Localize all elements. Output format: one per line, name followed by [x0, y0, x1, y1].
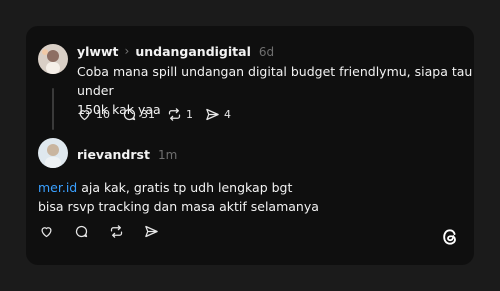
share-button[interactable]: 4: [205, 107, 231, 122]
reply-text-line: bisa rsvp tracking dan masa aktif selama…: [38, 199, 319, 214]
reply-author-avatar[interactable]: [38, 138, 68, 168]
reply-author-username[interactable]: rievandrst: [77, 147, 150, 162]
post-header: ylwwt › undangandigital 6d: [77, 44, 274, 59]
repost-count: 1: [186, 108, 193, 121]
post-author-avatar[interactable]: [38, 44, 68, 74]
comment-button[interactable]: 31: [122, 107, 155, 122]
share-count: 4: [224, 108, 231, 121]
share-icon: [206, 108, 219, 121]
reply-text-line: mer.id aja kak, gratis tp udh lengkap bg…: [38, 178, 319, 197]
reply-link[interactable]: mer.id: [38, 180, 77, 195]
post-author-username[interactable]: ylwwt: [77, 44, 119, 59]
share-icon: [145, 225, 158, 238]
heart-icon: [79, 110, 90, 121]
thread-card: ylwwt › undangandigital 6d Coba mana spi…: [26, 26, 474, 265]
post-reply-to-username[interactable]: undangandigital: [135, 44, 251, 59]
post-text-line: Coba mana spill undangan digital budget …: [77, 64, 473, 98]
reply-text-fragment: aja kak, gratis tp udh lengkap bgt: [77, 180, 293, 195]
reply-text: mer.id aja kak, gratis tp udh lengkap bg…: [38, 178, 319, 216]
comment-button[interactable]: [74, 224, 89, 239]
post-timestamp: 6d: [258, 45, 275, 59]
threads-logo-icon: [440, 227, 460, 251]
heart-icon: [41, 227, 52, 238]
reply-actions: [39, 224, 171, 239]
chevron-right-icon: ›: [124, 44, 130, 58]
comment-icon: [123, 108, 136, 121]
reply-timestamp: 1m: [157, 148, 178, 162]
thread-connector-line: [52, 88, 54, 130]
comment-count: 31: [141, 108, 155, 121]
repost-button[interactable]: 1: [167, 107, 193, 122]
comment-icon: [75, 225, 88, 238]
repost-icon: [110, 225, 123, 238]
post-actions: 10 31 1 4: [77, 107, 243, 122]
repost-icon: [168, 108, 181, 121]
like-button[interactable]: [39, 224, 54, 239]
like-count: 10: [96, 108, 110, 121]
repost-button[interactable]: [109, 224, 124, 239]
like-button[interactable]: 10: [77, 107, 110, 122]
reply-header: rievandrst 1m: [77, 147, 177, 162]
share-button[interactable]: [144, 224, 159, 239]
